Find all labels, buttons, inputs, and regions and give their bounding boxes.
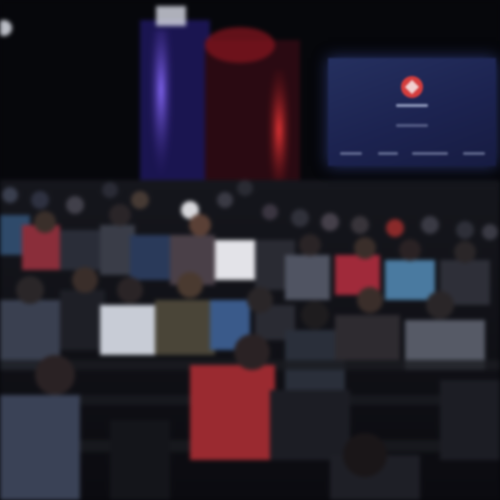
sponsor-mark (340, 152, 362, 155)
stage-lamp (156, 6, 186, 26)
sponsor-mark (378, 152, 398, 155)
conference-hall-photo (0, 0, 500, 500)
purple-light (150, 30, 172, 180)
sponsor-mark (412, 152, 448, 155)
red-top-glow (205, 27, 275, 63)
event-logo-icon (401, 76, 423, 98)
screen-text-line (396, 124, 428, 127)
sponsor-mark (463, 152, 485, 155)
screen-text-line (396, 104, 428, 107)
red-light (268, 70, 290, 190)
projection-screen (328, 58, 496, 166)
